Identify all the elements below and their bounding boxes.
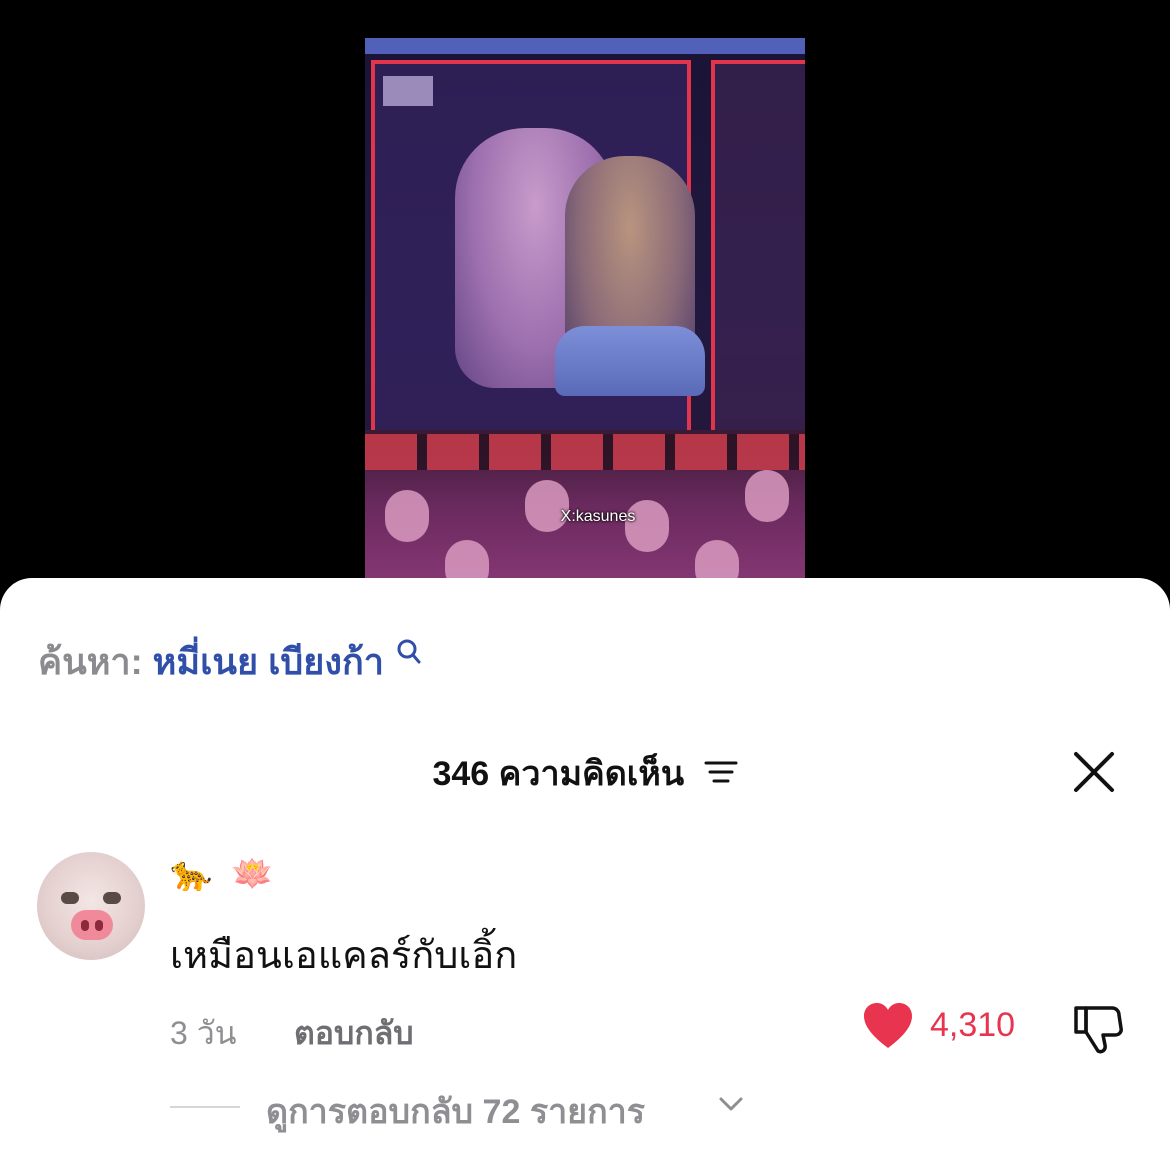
comment-time: 3 วัน (170, 1015, 237, 1051)
filter-icon[interactable] (704, 755, 738, 794)
close-icon (1074, 752, 1114, 792)
avatar-pig-nose (71, 910, 113, 940)
avatar[interactable] (37, 852, 145, 960)
mascot-skirt (555, 326, 705, 396)
search-suggestion[interactable]: ค้นหา: หมี่เนย เบียงก้า (38, 633, 422, 690)
comments-sheet: ค้นหา: หมี่เนย เบียงก้า 346 ความคิดเห็น (0, 578, 1170, 1164)
leopard-emoji: 🐆 (170, 854, 213, 894)
video-watermark: X:kasunes (560, 508, 636, 525)
close-button[interactable] (1066, 744, 1122, 800)
screen: X:kasunes ค้นหา: หมี่เนย เบียงก้า 346 คว… (0, 0, 1170, 1164)
comments-header: 346 ความคิดเห็น (0, 746, 1170, 800)
comment-username[interactable]: 🐆 🪷 (170, 854, 282, 894)
video-top-strip (365, 38, 805, 54)
lotus-emoji: 🪷 (231, 854, 274, 894)
video-glass-frame-right (711, 60, 805, 440)
video-player[interactable]: X:kasunes (365, 38, 805, 598)
comment-count: 346 (432, 755, 490, 793)
comment-item: 🐆 🪷 เหมือนเอแคลร์กับเอิ้ก 3 วัน ตอบกลับ … (0, 848, 1170, 1148)
search-prefix: ค้นหา: (38, 641, 143, 682)
replies-divider-line (170, 1106, 240, 1108)
comment-count-label: ความคิดเห็น (498, 755, 685, 793)
mascot-tan (555, 156, 705, 396)
avatar-eye (61, 892, 79, 904)
avatar-eye (103, 892, 121, 904)
video-sticker (383, 76, 433, 106)
chevron-down-icon (719, 1097, 743, 1111)
like-count: 4,310 (930, 1006, 1016, 1044)
search-icon (396, 635, 422, 677)
search-query-link[interactable]: หมี่เนย เบียงก้า (153, 641, 384, 682)
comment-text: เหมือนเอแคลร์กับเอิ้ก (170, 935, 518, 977)
reply-button[interactable]: ตอบกลับ (294, 1008, 414, 1059)
view-replies-label: ดูการตอบกลับ 72 รายการ (266, 1093, 646, 1131)
heart-icon (864, 1003, 912, 1048)
dislike-button[interactable] (1070, 1000, 1126, 1056)
thumbs-down-icon (1074, 1006, 1123, 1054)
stadium-seats (365, 434, 805, 470)
